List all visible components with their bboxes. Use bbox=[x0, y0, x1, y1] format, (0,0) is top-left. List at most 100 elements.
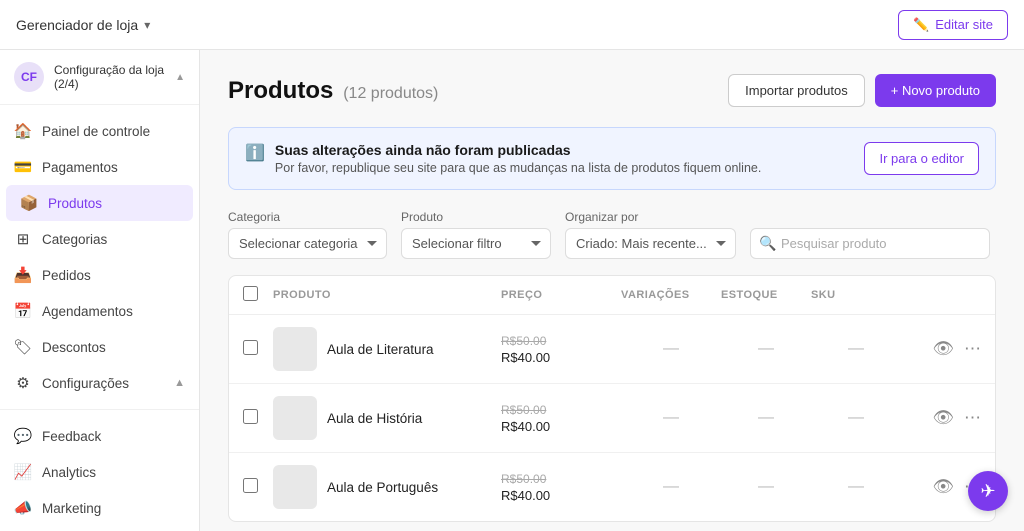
view-icon-0[interactable]: 👁 bbox=[932, 339, 954, 359]
row-checkbox-2[interactable] bbox=[243, 478, 258, 493]
product-thumbnail-0 bbox=[273, 327, 317, 371]
store-name: Gerenciador de loja bbox=[16, 17, 138, 33]
product-name-2: Aula de Português bbox=[327, 480, 438, 495]
main-header: Produtos (12 produtos) Importar produtos… bbox=[228, 74, 996, 107]
col-estoque: ESTOQUE bbox=[721, 289, 811, 301]
view-icon-1[interactable]: 👁 bbox=[932, 408, 954, 428]
sidebar-header[interactable]: CF Configuração da loja (2/4) ▲ bbox=[0, 50, 199, 105]
support-icon: ✈ bbox=[980, 481, 995, 502]
app-layout: CF Configuração da loja (2/4) ▲ 🏠 Painel… bbox=[0, 50, 1024, 531]
price-current-0: R$40.00 bbox=[501, 350, 621, 365]
variacoes-1: — bbox=[621, 409, 721, 427]
variacoes-2: — bbox=[621, 478, 721, 496]
col-produto: PRODUTO bbox=[273, 289, 501, 301]
settings-icon: ⚙ bbox=[14, 374, 32, 392]
row-checkbox-1[interactable] bbox=[243, 409, 258, 424]
settings-arrow-icon: ▲ bbox=[174, 377, 185, 389]
store-selector[interactable]: Gerenciador de loja ▾ bbox=[16, 17, 150, 33]
col-variacoes: VARIAÇÕES bbox=[621, 289, 721, 301]
product-cell-1: Aula de História bbox=[273, 396, 501, 440]
page-title: Produtos (12 produtos) bbox=[228, 77, 438, 105]
orders-icon: 📥 bbox=[14, 266, 32, 284]
price-original-0: R$50.00 bbox=[501, 334, 621, 348]
table-row: Aula de Português R$50.00 R$40.00 — — — … bbox=[229, 453, 995, 521]
categories-icon: ⊞ bbox=[14, 230, 32, 248]
col-sku: SKU bbox=[811, 289, 901, 301]
product-cell-0: Aula de Literatura bbox=[273, 327, 501, 371]
product-thumbnail-1 bbox=[273, 396, 317, 440]
edit-site-button[interactable]: ✏️ Editar site bbox=[898, 10, 1008, 40]
price-current-2: R$40.00 bbox=[501, 488, 621, 503]
price-cell-0: R$50.00 R$40.00 bbox=[501, 334, 621, 365]
support-fab[interactable]: ✈ bbox=[968, 471, 1008, 511]
topbar-actions: ✏️ Editar site bbox=[898, 10, 1008, 40]
sidebar-item-categorias[interactable]: ⊞ Categorias bbox=[0, 221, 199, 257]
pencil-icon: ✏️ bbox=[913, 17, 929, 33]
sidebar-bottom: 💬 Feedback 📈 Analytics 📣 Marketing ❓ Aju… bbox=[0, 409, 199, 531]
sidebar-item-descontos[interactable]: 🏷 Descontos bbox=[0, 329, 199, 365]
price-original-2: R$50.00 bbox=[501, 472, 621, 486]
filters-bar: Categoria Selecionar categoria Produto S… bbox=[228, 210, 996, 259]
sort-filter: Organizar por Criado: Mais recente... bbox=[565, 210, 736, 259]
product-select[interactable]: Selecionar filtro bbox=[401, 228, 551, 259]
sidebar-item-analytics[interactable]: 📈 Analytics bbox=[0, 454, 199, 490]
card-icon: 💳 bbox=[14, 158, 32, 176]
row-checkbox-0[interactable] bbox=[243, 340, 258, 355]
table-row: Aula de Literatura R$50.00 R$40.00 — — —… bbox=[229, 315, 995, 384]
sidebar-item-pagamentos[interactable]: 💳 Pagamentos bbox=[0, 149, 199, 185]
store-chevron-icon: ▾ bbox=[144, 18, 150, 32]
category-select[interactable]: Selecionar categoria bbox=[228, 228, 387, 259]
sku-1: — bbox=[811, 409, 901, 427]
more-icon-0[interactable]: ⋯ bbox=[964, 339, 981, 359]
discount-icon: 🏷 bbox=[14, 338, 32, 356]
products-icon: 📦 bbox=[20, 194, 38, 212]
more-icon-1[interactable]: ⋯ bbox=[964, 408, 981, 428]
go-to-editor-button[interactable]: Ir para o editor bbox=[864, 142, 979, 175]
sort-select[interactable]: Criado: Mais recente... bbox=[565, 228, 736, 259]
sidebar-item-agendamentos[interactable]: 📅 Agendamentos bbox=[0, 293, 199, 329]
marketing-icon: 📣 bbox=[14, 499, 32, 517]
estoque-0: — bbox=[721, 340, 811, 358]
table-header: PRODUTO PREÇO VARIAÇÕES ESTOQUE SKU bbox=[229, 276, 995, 315]
avatar: CF bbox=[14, 62, 44, 92]
price-current-1: R$40.00 bbox=[501, 419, 621, 434]
sidebar-item-produtos[interactable]: 📦 Produtos bbox=[6, 185, 193, 221]
sidebar-item-configuracoes[interactable]: ⚙ Configurações ▲ bbox=[0, 365, 199, 401]
new-product-button[interactable]: + Novo produto bbox=[875, 74, 996, 107]
view-icon-2[interactable]: 👁 bbox=[932, 477, 954, 497]
search-icon: 🔍 bbox=[759, 235, 776, 252]
row-actions-0: 👁 ⋯ bbox=[901, 339, 981, 359]
sidebar-nav: 🏠 Painel de controle 💳 Pagamentos 📦 Prod… bbox=[0, 105, 199, 409]
product-filter-label: Produto bbox=[401, 210, 551, 224]
price-original-1: R$50.00 bbox=[501, 403, 621, 417]
sidebar-header-chevron-icon: ▲ bbox=[175, 72, 185, 83]
estoque-2: — bbox=[721, 478, 811, 496]
sidebar-item-feedback[interactable]: 💬 Feedback bbox=[0, 418, 199, 454]
main-content: Produtos (12 produtos) Importar produtos… bbox=[200, 50, 1024, 531]
sku-0: — bbox=[811, 340, 901, 358]
search-wrapper: 🔍 bbox=[750, 228, 990, 259]
alert-description: Por favor, republique seu site para que … bbox=[275, 161, 761, 175]
info-icon: ℹ️ bbox=[245, 143, 265, 163]
header-checkbox bbox=[243, 286, 273, 304]
alert-title: Suas alterações ainda não foram publicad… bbox=[275, 142, 761, 158]
sort-filter-label: Organizar por bbox=[565, 210, 736, 224]
product-name-1: Aula de História bbox=[327, 411, 422, 426]
search-input[interactable] bbox=[750, 228, 990, 259]
alert-banner: ℹ️ Suas alterações ainda não foram publi… bbox=[228, 127, 996, 190]
feedback-icon: 💬 bbox=[14, 427, 32, 445]
price-cell-1: R$50.00 R$40.00 bbox=[501, 403, 621, 434]
select-all-checkbox[interactable] bbox=[243, 286, 258, 301]
table-row: Aula de História R$50.00 R$40.00 — — — 👁… bbox=[229, 384, 995, 453]
product-name-0: Aula de Literatura bbox=[327, 342, 434, 357]
sidebar-account-label: Configuração da loja (2/4) bbox=[54, 63, 165, 91]
sidebar-item-ajuda[interactable]: ❓ Ajuda e recursos bbox=[0, 526, 199, 531]
analytics-icon: 📈 bbox=[14, 463, 32, 481]
sidebar-item-pedidos[interactable]: 📥 Pedidos bbox=[0, 257, 199, 293]
price-cell-2: R$50.00 R$40.00 bbox=[501, 472, 621, 503]
import-products-button[interactable]: Importar produtos bbox=[728, 74, 865, 107]
sidebar-item-painel[interactable]: 🏠 Painel de controle bbox=[0, 113, 199, 149]
sku-2: — bbox=[811, 478, 901, 496]
sidebar-item-marketing[interactable]: 📣 Marketing bbox=[0, 490, 199, 526]
products-table: PRODUTO PREÇO VARIAÇÕES ESTOQUE SKU Aula… bbox=[228, 275, 996, 522]
